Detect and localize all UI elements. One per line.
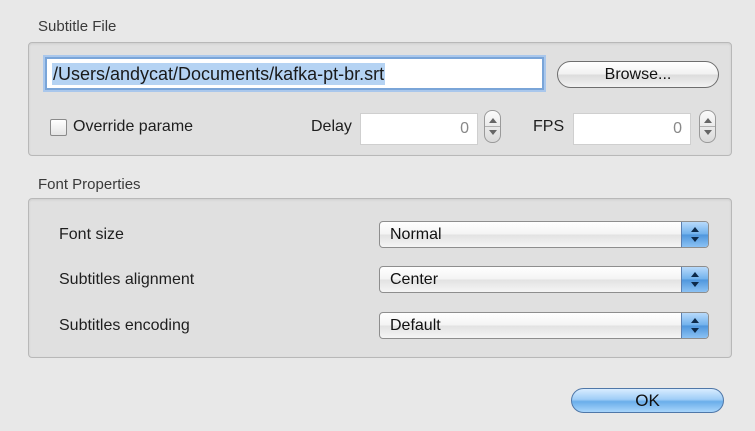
popup-arrows-icon (681, 267, 708, 292)
ok-button[interactable]: OK (571, 388, 724, 413)
fps-stepper[interactable] (699, 110, 716, 143)
subtitles-alignment-label: Subtitles alignment (59, 271, 195, 288)
stepper-divider (485, 126, 500, 127)
stepper-down-icon[interactable] (704, 130, 712, 135)
subtitle-path-input[interactable]: /Users/andycat/Documents/kafka-pt-br.srt (45, 57, 544, 90)
fps-label: FPS (533, 118, 565, 135)
delay-stepper[interactable] (484, 110, 501, 143)
font-size-label: Font size (59, 226, 124, 243)
stepper-up-icon[interactable] (489, 118, 497, 123)
override-label[interactable]: Override parame (73, 118, 193, 136)
browse-button[interactable]: Browse... (557, 61, 719, 88)
font-size-selected-value: Normal (390, 226, 442, 243)
fps-input[interactable]: 0 (573, 113, 691, 145)
popup-arrows-icon (681, 222, 708, 247)
subtitle-file-section-title: Subtitle File (38, 18, 117, 35)
stepper-down-icon[interactable] (489, 130, 497, 135)
subtitles-alignment-select[interactable]: Center (379, 266, 709, 293)
override-checkbox[interactable] (50, 119, 67, 136)
alignment-selected-value: Center (390, 271, 439, 288)
subtitles-encoding-label: Subtitles encoding (59, 317, 190, 334)
encoding-selected-value: Default (390, 317, 441, 334)
font-properties-section-title: Font Properties (38, 176, 141, 193)
font-size-select[interactable]: Normal (379, 221, 709, 248)
delay-input[interactable]: 0 (360, 113, 478, 145)
stepper-up-icon[interactable] (704, 118, 712, 123)
subtitles-encoding-select[interactable]: Default (379, 312, 709, 339)
stepper-divider (700, 126, 715, 127)
subtitle-path-text: /Users/andycat/Documents/kafka-pt-br.srt (52, 63, 386, 85)
delay-label: Delay (311, 118, 352, 135)
popup-arrows-icon (681, 313, 708, 338)
